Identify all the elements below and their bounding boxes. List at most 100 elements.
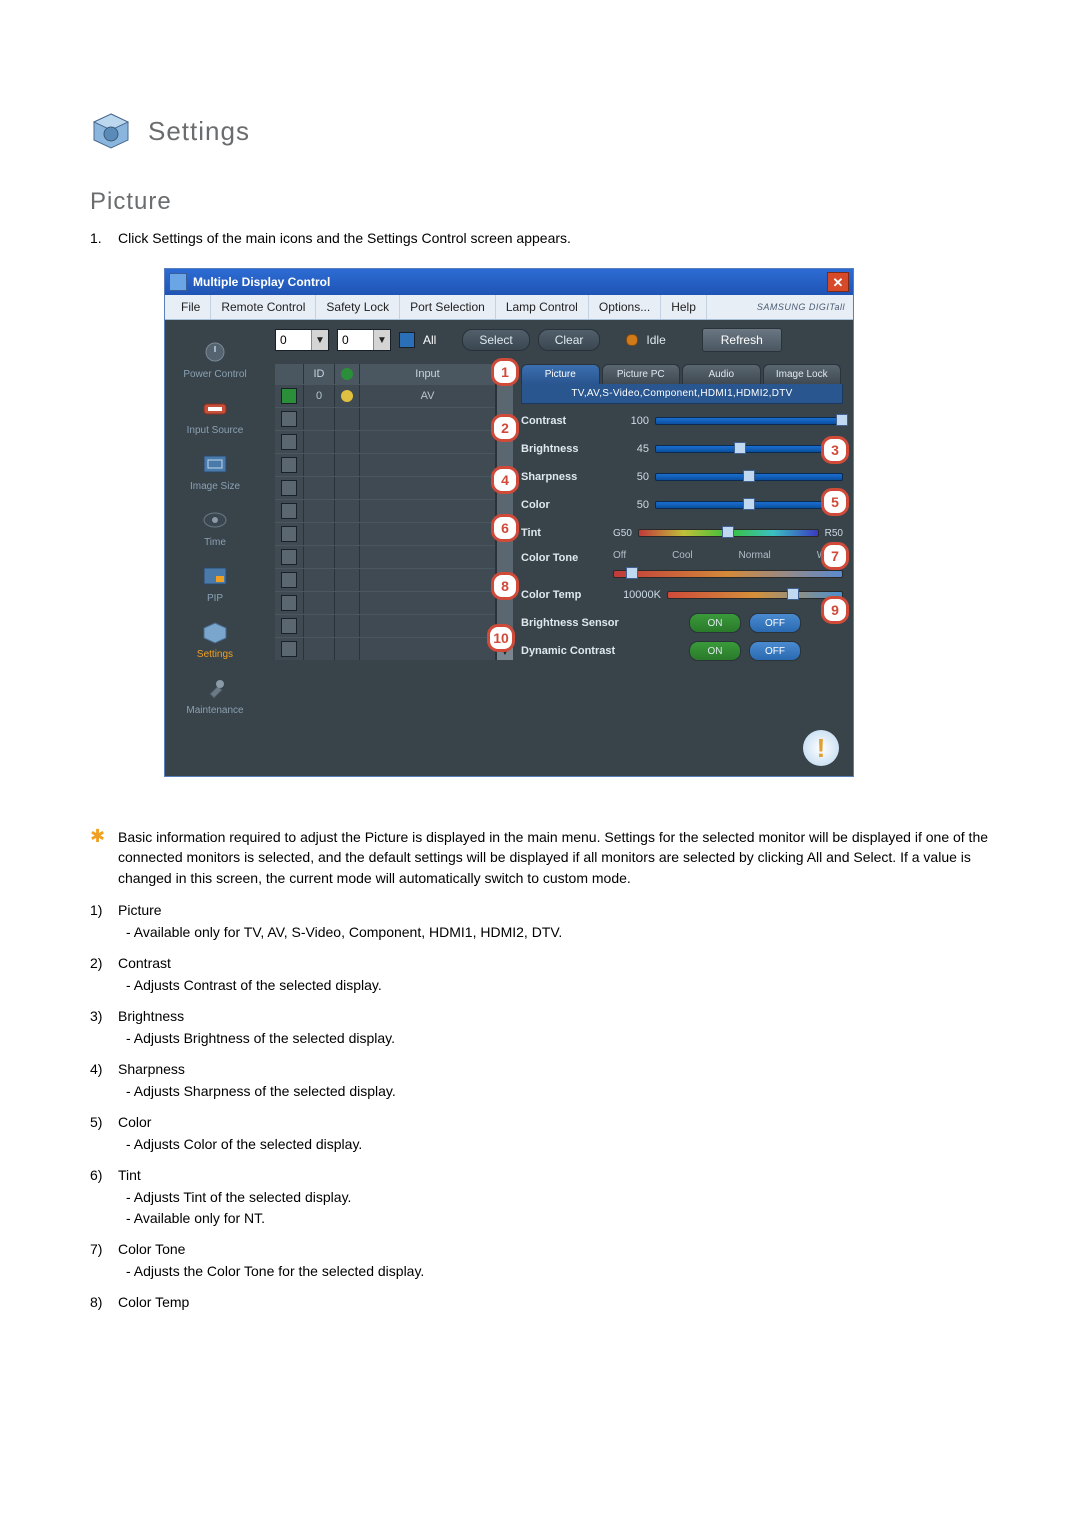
table-row[interactable] [275,407,495,430]
sidebar-pip[interactable]: PIP [165,550,265,606]
tab-image-lock[interactable]: Image Lock [763,364,842,384]
close-button[interactable]: ✕ [827,272,849,292]
table-row[interactable]: 0 AV [275,384,495,407]
all-checkbox[interactable] [399,332,415,348]
tab-picture-pc[interactable]: Picture PC [602,364,681,384]
page-heading: Settings [90,110,990,152]
table-row[interactable] [275,568,495,591]
sidebar-image-size[interactable]: Image Size [165,438,265,494]
tint-right: R50 [825,528,843,539]
window-title: Multiple Display Control [193,275,827,289]
row-checkbox[interactable] [281,388,297,404]
color-temp-slider[interactable] [667,591,843,599]
sidebar-power-control[interactable]: Power Control [165,326,265,382]
sharpness-slider[interactable] [655,473,843,481]
list-item: 1)Picture [90,902,990,918]
color-temp-row: Color Temp 10000K [521,584,843,606]
scrollbar[interactable]: ▲ ▼ [496,364,513,660]
col-id: ID [304,364,335,384]
contrast-slider[interactable] [655,417,843,425]
tone-cool: Cool [672,550,693,566]
color-row: Color 50 [521,494,843,516]
dynamic-contrast-label: Dynamic Contrast [521,645,641,657]
table-row[interactable] [275,453,495,476]
menu-options[interactable]: Options... [589,295,661,319]
refresh-button[interactable]: Refresh [702,328,782,352]
dynamic-contrast-row: Dynamic Contrast ON OFF [521,640,843,662]
menu-file[interactable]: File [171,295,211,319]
color-temp-value: 10000K [613,589,661,601]
menu-safety-lock[interactable]: Safety Lock [316,295,400,319]
contrast-label: Contrast [521,415,607,427]
callout-9: 9 [821,596,849,624]
table-row[interactable] [275,591,495,614]
tint-row: Tint G50 R50 [521,522,843,544]
color-tone-slider[interactable] [613,570,843,578]
brand-label: SAMSUNG DIGITall [757,302,845,312]
id-from-dropdown[interactable]: 0▼ [275,329,329,351]
menu-remote-control[interactable]: Remote Control [211,295,316,319]
menu-port-selection[interactable]: Port Selection [400,295,496,319]
source-line: TV,AV,S-Video,Component,HDMI1,HDMI2,DTV [521,384,843,404]
col-status-icon [335,364,360,384]
id-to-dropdown[interactable]: 0▼ [337,329,391,351]
color-tone-row: Color Tone Off Cool Normal Warm [521,550,843,578]
star-icon: ✱ [90,827,108,888]
chevron-down-icon: ▼ [311,330,328,350]
sidebar-settings[interactable]: Settings [165,606,265,662]
tone-off: Off [613,550,626,566]
callout-3: 3 [821,436,849,464]
sidebar-time[interactable]: Time [165,494,265,550]
step-text: Click Settings of the main icons and the… [118,230,990,246]
app-window: Multiple Display Control ✕ File Remote C… [164,268,854,777]
dynamic-contrast-on[interactable]: ON [689,641,741,661]
sidebar-item-label: Image Size [190,481,240,492]
menu-help[interactable]: Help [661,295,707,319]
table-row[interactable] [275,499,495,522]
brightness-label: Brightness [521,443,607,455]
table-row[interactable] [275,476,495,499]
tab-picture[interactable]: Picture [521,364,600,384]
table-row[interactable] [275,545,495,568]
table-row[interactable] [275,637,495,660]
sidebar-item-label: PIP [207,593,223,604]
brightness-slider[interactable] [655,445,843,453]
color-slider[interactable] [655,501,843,509]
sidebar: Power Control Input Source Image Size [165,320,265,720]
settings-panel: Picture Picture PC Audio Image Lock TV,A… [513,364,843,660]
power-icon [198,337,232,367]
section-title: Picture [90,188,990,216]
brightness-sensor-off[interactable]: OFF [749,613,801,633]
row-status-icon [335,385,360,407]
table-row[interactable] [275,430,495,453]
contrast-value: 100 [613,415,649,427]
table-row[interactable] [275,522,495,545]
callout-5: 5 [821,488,849,516]
clear-button[interactable]: Clear [538,329,601,351]
table-row[interactable] [275,614,495,637]
image-size-icon [198,449,232,479]
step-number: 1. [90,230,108,246]
titlebar: Multiple Display Control ✕ [165,269,853,295]
tab-audio[interactable]: Audio [682,364,761,384]
tint-slider[interactable] [638,529,819,537]
chevron-down-icon: ▼ [373,330,390,350]
sidebar-input-source[interactable]: Input Source [165,382,265,438]
select-button[interactable]: Select [462,329,529,351]
callout-8: 8 [491,572,519,600]
status-dot-icon [626,334,638,346]
brightness-sensor-row: Brightness Sensor ON OFF [521,612,843,634]
tone-normal: Normal [739,550,771,566]
step-1: 1. Click Settings of the main icons and … [90,230,990,246]
brightness-row: Brightness 45 [521,438,843,460]
callout-7: 7 [821,542,849,570]
brightness-sensor-on[interactable]: ON [689,613,741,633]
dynamic-contrast-off[interactable]: OFF [749,641,801,661]
sidebar-maintenance[interactable]: Maintenance [165,662,265,718]
menu-lamp-control[interactable]: Lamp Control [496,295,589,319]
list-item: 4)Sharpness [90,1061,990,1077]
list-item: 7)Color Tone [90,1241,990,1257]
callout-2: 2 [491,414,519,442]
col-input: Input [360,364,495,384]
color-value: 50 [613,499,649,511]
